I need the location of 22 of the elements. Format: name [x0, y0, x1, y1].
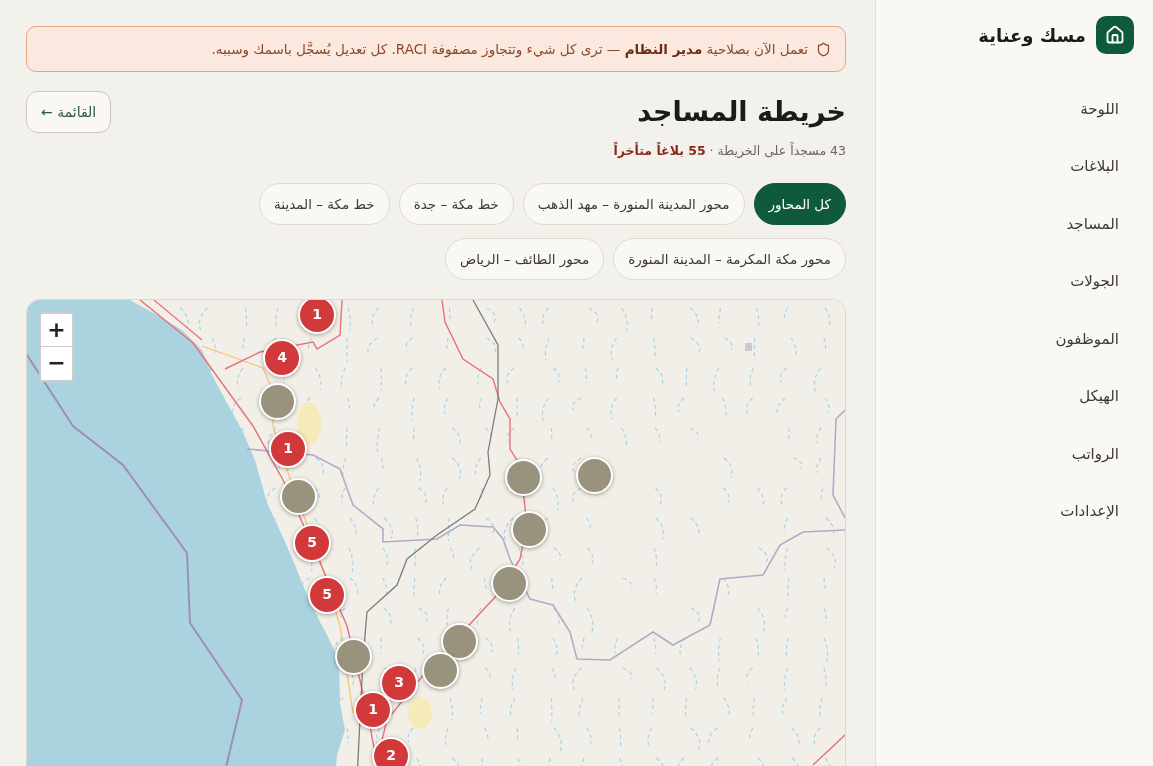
- shield-icon: [816, 41, 831, 57]
- zoom-in-button[interactable]: +: [41, 313, 72, 347]
- house-logo-icon: [1096, 16, 1134, 54]
- filter-chip[interactable]: خط مكة – جدة: [398, 182, 514, 225]
- filter-chip[interactable]: محور المدينة المنورة – مهد الذهب: [522, 182, 745, 225]
- brand-name: مسك وعناية: [978, 23, 1086, 49]
- filter-chip[interactable]: كل المحاور: [753, 182, 846, 225]
- sidebar-item[interactable]: الرواتب: [876, 425, 1153, 483]
- back-to-list-button[interactable]: القائمة ←: [26, 91, 112, 133]
- filter-chip[interactable]: محور الطائف – الرياض: [444, 237, 605, 280]
- sidebar-item[interactable]: المساجد: [876, 195, 1153, 253]
- sidebar-item[interactable]: الهيكل: [876, 367, 1153, 425]
- sidebar-item[interactable]: الإعدادات: [876, 482, 1153, 540]
- sidebar-item[interactable]: الجولات: [876, 252, 1153, 310]
- sidebar-item[interactable]: اللوحة: [876, 80, 1153, 138]
- page-subtitle: 43 مسجداً على الخريطة · 55 بلاغاً متأخراً: [613, 142, 846, 160]
- page-title: خريطة المساجد: [636, 95, 846, 129]
- sidebar-item[interactable]: الموظفون: [876, 310, 1153, 368]
- filter-chip[interactable]: محور مكة المكرمة – المدينة المنورة: [613, 237, 846, 280]
- sidebar-item[interactable]: البلاغات: [876, 137, 1153, 195]
- filter-chip[interactable]: خط مكة – المدينة: [259, 182, 390, 225]
- banner-text: تعمل الآن بصلاحية مدير النظام — ترى كل شيء وتتجاوز مصفوفة RACI. كل تعديل يُسجَّل باسمك وسببه.: [211, 39, 808, 60]
